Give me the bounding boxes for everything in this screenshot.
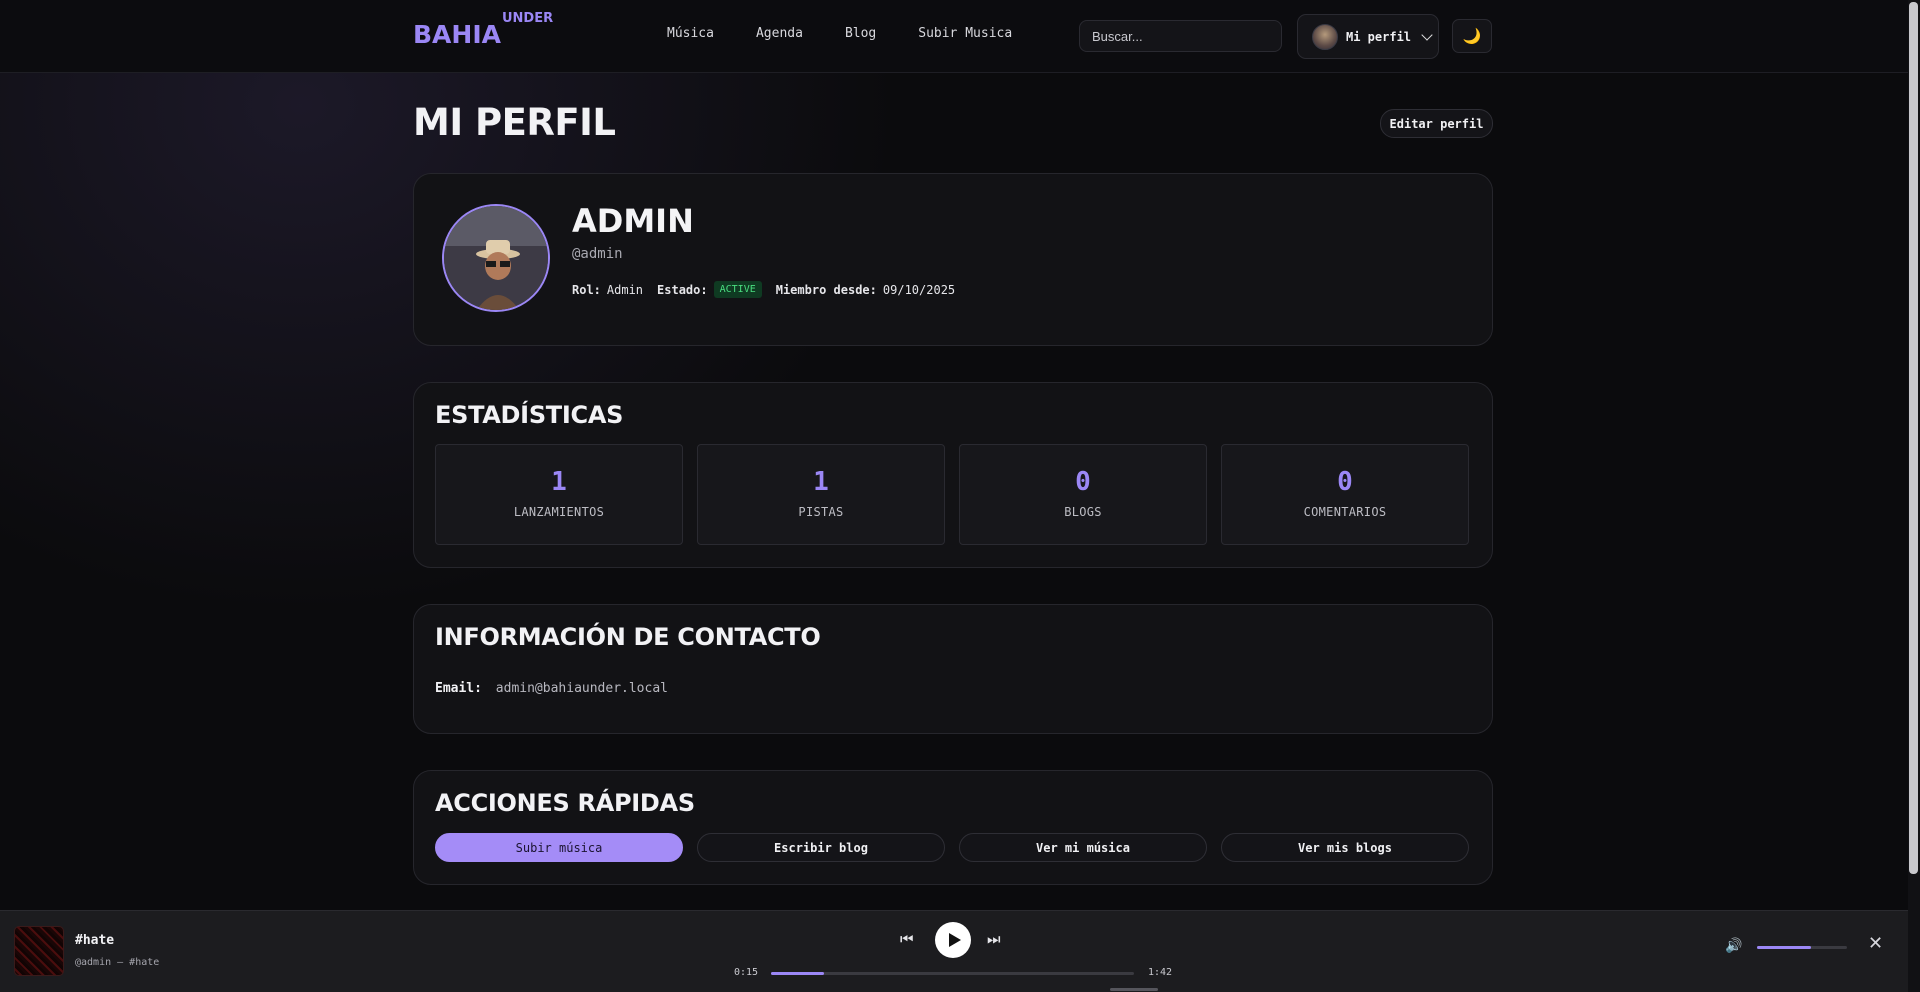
track-cover [14, 926, 64, 976]
music-player: #hate @admin — #hate ⏮ ⏭ 0:15 1:42 🔊 ✕ [0, 910, 1908, 992]
volume-fill [1757, 946, 1811, 949]
quick-actions-title: ACCIONES RÁPIDAS [435, 789, 695, 817]
duration-time: 1:42 [1148, 967, 1173, 978]
profile-avatar [442, 204, 550, 312]
stat-label: PISTAS [798, 505, 844, 519]
stat-blogs: 0 BLOGS [959, 444, 1207, 545]
play-icon [948, 933, 961, 947]
upload-music-button[interactable]: Subir música [435, 833, 683, 862]
email-label: Email: [435, 681, 482, 696]
member-since-label: Miembro desde: [775, 282, 877, 297]
stat-lanzamientos: 1 LANZAMIENTOS [435, 444, 683, 545]
search-input[interactable] [1079, 20, 1282, 52]
close-player-icon[interactable]: ✕ [1868, 933, 1883, 954]
stats-title: ESTADÍSTICAS [435, 401, 624, 429]
quick-actions-card: ACCIONES RÁPIDAS Subir música Escribir b… [413, 770, 1493, 885]
view-my-blogs-button[interactable]: Ver mis blogs [1221, 833, 1469, 862]
main-nav: Música Agenda Blog Subir Musica [667, 26, 1054, 41]
nav-musica[interactable]: Música [667, 26, 714, 41]
edit-profile-button[interactable]: Editar perfil [1380, 109, 1493, 138]
stat-value: 0 [1075, 467, 1091, 497]
nav-blog[interactable]: Blog [845, 26, 876, 41]
contact-title: INFORMACIÓN DE CONTACTO [435, 623, 821, 651]
stat-value: 0 [1337, 467, 1353, 497]
stat-value: 1 [813, 467, 829, 497]
progress-fill [771, 972, 825, 975]
volume-slider[interactable] [1757, 946, 1847, 949]
avatar-figure [444, 206, 548, 310]
profile-handle: @admin [572, 246, 623, 262]
nav-agenda[interactable]: Agenda [756, 26, 803, 41]
progress-bar[interactable] [771, 972, 1134, 975]
contact-card: INFORMACIÓN DE CONTACTO Email: admin@bah… [413, 604, 1493, 734]
moon-icon: 🌙 [1462, 28, 1482, 45]
player-drag-handle[interactable] [1110, 988, 1158, 991]
top-header: BAHIAUNDER Música Agenda Blog Subir Musi… [0, 0, 1908, 73]
role-label: Rol: [572, 282, 601, 297]
profile-name: ADMIN [572, 202, 694, 240]
nav-subir-musica[interactable]: Subir Musica [918, 26, 1012, 41]
member-since-value: 09/10/2025 [882, 282, 956, 297]
email-row: Email: admin@bahiaunder.local [435, 681, 668, 696]
logo-main: BAHIA [413, 20, 501, 49]
stats-card: ESTADÍSTICAS 1 LANZAMIENTOS 1 PISTAS 0 B… [413, 382, 1493, 568]
email-value: admin@bahiaunder.local [495, 681, 668, 696]
profile-menu-button[interactable]: Mi perfil [1297, 14, 1439, 59]
logo-sup: UNDER [501, 10, 554, 26]
elapsed-time: 0:15 [734, 967, 759, 978]
profile-menu-label: Mi perfil [1346, 29, 1412, 44]
next-track-icon[interactable]: ⏭ [987, 931, 1001, 948]
stat-value: 1 [551, 467, 567, 497]
scrollbar-thumb[interactable] [1909, 2, 1918, 874]
stat-label: LANZAMIENTOS [513, 505, 605, 519]
avatar [1312, 23, 1338, 50]
role-value: Admin [606, 282, 644, 297]
track-title: #hate [75, 933, 115, 948]
profile-card: ADMIN @admin Rol: Admin Estado: ACTIVE M… [413, 173, 1493, 346]
site-logo[interactable]: BAHIAUNDER [413, 11, 553, 49]
previous-track-icon[interactable]: ⏮ [900, 931, 914, 948]
stat-label: BLOGS [1064, 505, 1102, 519]
status-label: Estado: [657, 282, 708, 297]
page-title: MI PERFIL [413, 101, 616, 144]
stat-pistas: 1 PISTAS [697, 444, 945, 545]
volume-icon[interactable]: 🔊 [1725, 938, 1742, 954]
play-button[interactable] [935, 922, 971, 958]
write-blog-button[interactable]: Escribir blog [697, 833, 945, 862]
stat-label: COMENTARIOS [1303, 505, 1387, 519]
view-my-music-button[interactable]: Ver mi música [959, 833, 1207, 862]
status-badge: ACTIVE [713, 281, 762, 298]
stat-comentarios: 0 COMENTARIOS [1221, 444, 1469, 545]
track-subtitle: @admin — #hate [75, 957, 160, 968]
chevron-down-icon [1421, 28, 1433, 41]
theme-toggle-button[interactable]: 🌙 [1452, 19, 1492, 53]
profile-meta: Rol: Admin Estado: ACTIVE Miembro desde:… [572, 281, 969, 298]
